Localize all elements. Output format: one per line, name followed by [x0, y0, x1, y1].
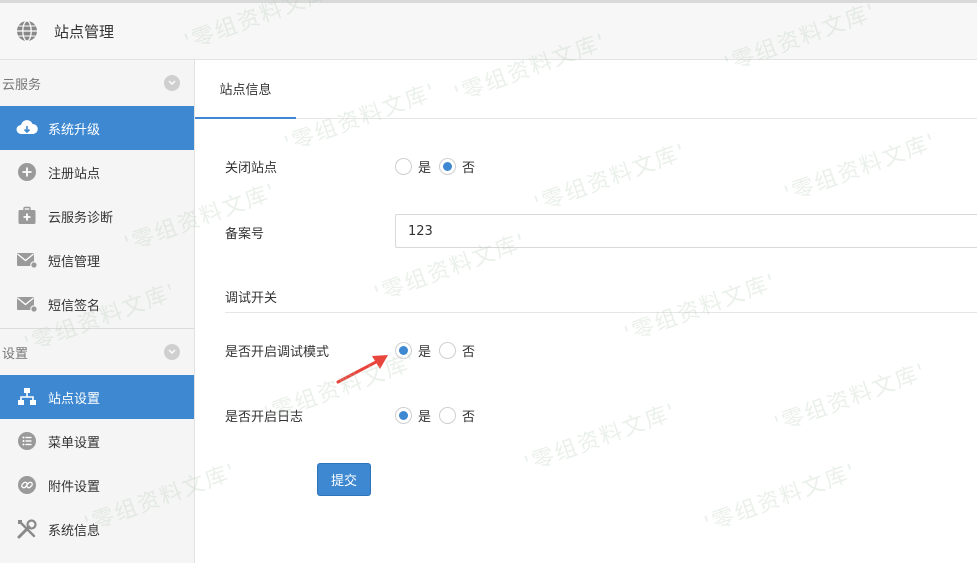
- sidebar-item-label: 菜单设置: [48, 435, 101, 451]
- debug-mode-radio-yes[interactable]: [395, 342, 412, 359]
- sidebar-group-title: 设置: [2, 346, 29, 362]
- sidebar-item-label: 站点设置: [48, 391, 101, 407]
- icp-input[interactable]: [395, 214, 977, 248]
- sidebar-item-system-upgrade[interactable]: 系统升级: [0, 106, 194, 150]
- sidebar-item-sms-signature[interactable]: 短信签名: [0, 282, 194, 326]
- close-site-radio-group: 是 否: [395, 157, 483, 176]
- section-divider: [225, 312, 977, 313]
- tab-bar: 站点信息: [195, 60, 977, 119]
- radio-label: 否: [462, 161, 476, 176]
- sidebar-item-attachment-settings[interactable]: 附件设置: [0, 463, 194, 507]
- enable-log-radio-yes[interactable]: [395, 407, 412, 424]
- enable-log-label: 是否开启日志: [225, 410, 304, 425]
- close-site-radio-no[interactable]: [439, 158, 457, 175]
- medical-kit-icon: [16, 205, 38, 227]
- list-icon: [16, 430, 38, 452]
- sidebar-item-label: 附件设置: [48, 479, 101, 495]
- radio-label: 否: [462, 345, 476, 360]
- sidebar-item-label: 注册站点: [48, 166, 101, 182]
- globe-icon: [16, 20, 38, 42]
- page-header: 站点管理: [0, 3, 977, 60]
- radio-label: 否: [462, 410, 476, 425]
- sidebar-group-settings[interactable]: 设置: [0, 329, 194, 375]
- main-content: 站点信息 关闭站点 是 否 备案号 调试开关 是否开启调试模式 是 否 是否开启…: [195, 60, 977, 563]
- form-row-close-site: 关闭站点 是 否: [225, 157, 483, 176]
- envelope-icon: [16, 249, 38, 271]
- debug-mode-radio-group: 是 否: [395, 341, 483, 360]
- sidebar-item-menu-settings[interactable]: 菜单设置: [0, 419, 194, 463]
- enable-log-radio-group: 是 否: [395, 406, 483, 425]
- sidebar-item-label: 短信管理: [48, 254, 101, 270]
- submit-button[interactable]: 提交: [317, 463, 371, 496]
- sidebar-group-cloud[interactable]: 云服务: [0, 60, 194, 106]
- icp-label: 备案号: [225, 227, 265, 242]
- radio-label: 是: [418, 161, 432, 176]
- link-icon: [16, 474, 38, 496]
- sidebar-group-title: 云服务: [2, 77, 42, 93]
- sidebar-item-system-info[interactable]: 系统信息: [0, 507, 194, 551]
- enable-log-radio-no[interactable]: [439, 407, 457, 424]
- sitemap-icon: [16, 386, 38, 408]
- envelope-icon: [16, 293, 38, 315]
- tab-site-info[interactable]: 站点信息: [195, 60, 296, 119]
- tools-icon: [16, 518, 38, 540]
- sidebar: 云服务 系统升级 注册站点 云服务诊断 短信管理 短信签名 设置 站点设置 菜单…: [0, 60, 195, 563]
- debug-mode-radio-no[interactable]: [439, 342, 457, 359]
- sidebar-item-cloud-diagnosis[interactable]: 云服务诊断: [0, 194, 194, 238]
- chevron-down-icon[interactable]: [164, 344, 180, 360]
- chevron-down-icon[interactable]: [164, 75, 180, 91]
- red-arrow-annotation: [336, 355, 388, 384]
- close-site-label: 关闭站点: [225, 161, 278, 176]
- form-row-enable-log: 是否开启日志 是 否: [225, 406, 483, 425]
- debug-section-title: 调试开关: [225, 291, 278, 306]
- sidebar-item-sms-management[interactable]: 短信管理: [0, 238, 194, 282]
- page-title: 站点管理: [54, 22, 115, 41]
- radio-label: 是: [418, 410, 432, 425]
- radio-label: 是: [418, 345, 432, 360]
- cloud-download-icon: [16, 117, 38, 139]
- sidebar-item-site-settings[interactable]: 站点设置: [0, 375, 194, 419]
- form-row-icp: 备案号: [225, 223, 395, 242]
- sidebar-item-label: 系统信息: [48, 523, 101, 539]
- sidebar-item-register-site[interactable]: 注册站点: [0, 150, 194, 194]
- sidebar-item-label: 系统升级: [48, 122, 101, 138]
- close-site-radio-yes[interactable]: [395, 158, 412, 175]
- plus-circle-icon: [16, 161, 38, 183]
- sidebar-item-label: 短信签名: [48, 298, 101, 314]
- sidebar-item-label: 云服务诊断: [48, 210, 114, 226]
